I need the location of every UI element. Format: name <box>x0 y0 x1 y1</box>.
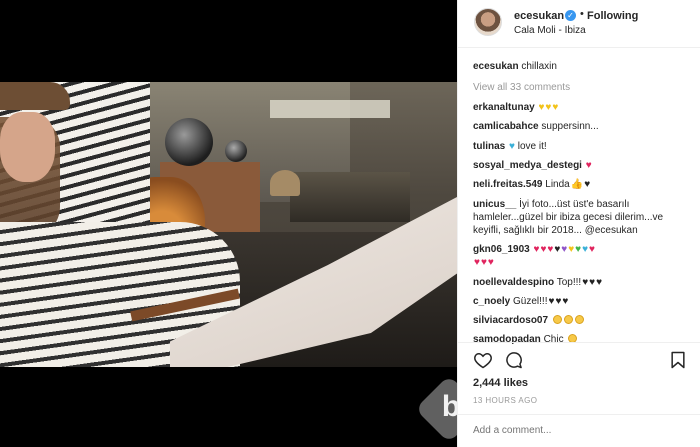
comment-item: neli.freitas.549 Linda👍♥ <box>473 178 590 191</box>
post-photo[interactable] <box>0 82 457 367</box>
comment-user[interactable]: sosyal_medya_destegi <box>473 160 582 171</box>
blue-heart-icon: ♥ <box>509 141 515 152</box>
black-heart-icon: ♥ <box>548 296 555 307</box>
comment-item: tulinas ♥ love it! <box>473 140 547 153</box>
thumbs-up-icon: 👍 <box>570 179 584 190</box>
photo-lamp-small <box>225 140 247 162</box>
photo-stool <box>270 170 300 196</box>
red-heart-icon: ♥ <box>487 257 494 268</box>
add-comment-input[interactable] <box>473 425 683 436</box>
red-heart-icon: ♥ <box>480 257 487 268</box>
blue-heart-icon: ♥ <box>582 244 588 255</box>
red-heart-icon: ♥ <box>589 244 595 255</box>
red-heart-icon: ♥ <box>585 160 592 171</box>
comment-item: sosyal_medya_destegi ♥ <box>473 159 592 172</box>
comment-text-line: hamleler...güzel bir ibiza gecesi dileri… <box>473 212 664 223</box>
black-heart-icon: ♥ <box>584 179 591 190</box>
comment-item: gkn06_1903 ♥♥♥♥♥♥♥♥♥ <box>473 243 595 256</box>
comment-user[interactable]: erkanaltunay <box>473 102 535 113</box>
post-header: ecesukan ✓ • Following Cala Moli - Ibiza <box>458 0 700 48</box>
caption: ecesukan chillaxin <box>473 60 557 73</box>
comment-input-divider <box>458 414 700 415</box>
comment-item: silviacardoso07 <box>473 314 584 327</box>
post-location[interactable]: Cala Moli - Ibiza <box>514 25 586 36</box>
yellow-heart-icon: ♥ <box>552 102 559 113</box>
photo-window <box>270 100 390 118</box>
view-all-comments-link[interactable]: View all 33 comments <box>473 81 570 94</box>
comment-text: Top!!! <box>556 277 582 288</box>
yellow-heart-icon: ♥ <box>545 102 552 113</box>
avatar[interactable] <box>474 8 502 36</box>
comment-user[interactable]: gkn06_1903 <box>473 244 530 255</box>
following-button[interactable]: Following <box>587 10 638 22</box>
actions-divider <box>458 342 700 343</box>
comment-text: İyi foto...üst üst'e basarılı <box>519 199 630 210</box>
comment-text: Chic <box>543 334 564 345</box>
verified-badge-icon: ✓ <box>565 10 576 21</box>
comment-item: camlicabahce suppersinn... <box>473 120 599 133</box>
comment-item: erkanaltunay ♥♥♥ <box>473 101 558 114</box>
black-heart-icon: ♥ <box>596 277 603 288</box>
post-timestamp: 13 HOURS AGO <box>473 396 538 405</box>
photo-table <box>290 172 410 222</box>
comment-user[interactable]: unicus__ <box>473 199 516 210</box>
caption-user[interactable]: ecesukan <box>473 61 519 72</box>
purple-heart-icon: ♥ <box>561 244 568 255</box>
comment-text: Linda <box>545 179 570 190</box>
red-heart-icon: ♥ <box>547 244 554 255</box>
comment-user[interactable]: neli.freitas.549 <box>473 179 542 190</box>
comment-user[interactable]: samodopadan <box>473 334 541 345</box>
comment-bubble-icon[interactable] <box>504 350 524 370</box>
red-heart-icon: ♥ <box>474 257 480 268</box>
grin-face-icon <box>574 315 584 324</box>
photo-cap <box>0 82 70 110</box>
comment-text: love it! <box>517 141 547 152</box>
comment-item: noellevaldespino Top!!!♥♥♥ <box>473 276 602 289</box>
comment-user[interactable]: c_noely <box>473 296 510 307</box>
post-actions <box>473 350 688 372</box>
green-heart-icon: ♥ <box>575 244 582 255</box>
grin-face-icon <box>552 315 562 324</box>
red-heart-icon: ♥ <box>540 244 547 255</box>
black-heart-icon: ♥ <box>554 244 561 255</box>
heart-outline-icon[interactable] <box>473 350 493 370</box>
comment-item: unicus__ İyi foto...üst üst'e basarılı <box>473 198 629 211</box>
comment-text: Güzel!!! <box>513 296 548 307</box>
comment-user[interactable]: noellevaldespino <box>473 277 554 288</box>
post-side-panel: ecesukan ✓ • Following Cala Moli - Ibiza… <box>457 0 700 447</box>
grin-face-icon <box>563 315 573 324</box>
black-heart-icon: ♥ <box>589 277 596 288</box>
caption-text: chillaxin <box>521 61 557 72</box>
bookmark-icon[interactable] <box>668 350 688 370</box>
comment-user[interactable]: tulinas <box>473 141 505 152</box>
comment-user[interactable]: silviacardoso07 <box>473 315 548 326</box>
likes-count[interactable]: 2,444 likes <box>473 377 528 389</box>
header-separator: • <box>580 8 584 20</box>
comment-item: samodopadan Chic <box>473 333 578 346</box>
black-heart-icon: ♥ <box>562 296 569 307</box>
comment-text: suppersinn... <box>541 121 599 132</box>
red-heart-icon: ♥ <box>533 244 540 255</box>
comment-emoji-line: ♥♥♥ <box>473 256 494 269</box>
photo-lamp <box>165 118 213 166</box>
black-heart-icon: ♥ <box>582 277 589 288</box>
black-heart-icon: ♥ <box>555 296 562 307</box>
yellow-heart-icon: ♥ <box>568 244 575 255</box>
comment-user[interactable]: camlicabahce <box>473 121 539 132</box>
comment-text-line: keyifli, sağlıklı bir 2018... @ecesukan <box>473 225 638 236</box>
comment-item: c_noely Güzel!!!♥♥♥ <box>473 295 568 308</box>
yellow-heart-icon: ♥ <box>538 102 545 113</box>
post-username[interactable]: ecesukan <box>514 10 564 22</box>
photo-face <box>0 112 55 182</box>
